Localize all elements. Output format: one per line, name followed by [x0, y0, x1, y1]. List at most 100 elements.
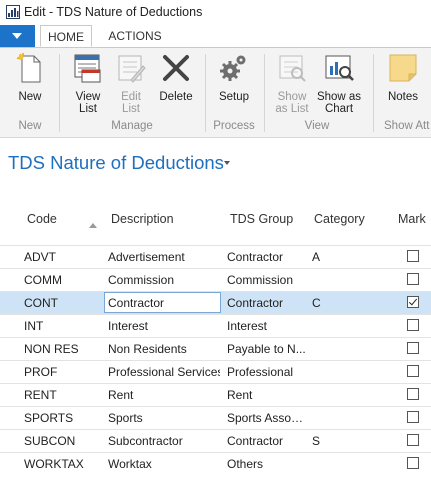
cell-tds-group: Payable to N...	[227, 342, 306, 356]
show-as-list-icon	[279, 55, 306, 82]
show-as-chart-label-line1: Show as	[316, 91, 362, 103]
delete-button[interactable]: Delete	[156, 52, 196, 103]
column-header-tds-group[interactable]: TDS Group	[230, 212, 293, 226]
cell-code: ADVT	[24, 250, 57, 264]
cell-code: SPORTS	[24, 411, 74, 425]
chart-bars-icon	[6, 5, 20, 19]
ribbon-separator	[205, 54, 206, 132]
new-document-icon	[16, 53, 41, 83]
cell-code: COMM	[24, 273, 62, 287]
new-label: New	[18, 91, 42, 103]
cell-description: Rent	[108, 388, 134, 402]
cell-tds-group: Contractor	[227, 434, 284, 448]
cell-category: A	[312, 250, 321, 264]
page-title-dropdown-icon[interactable]	[224, 161, 230, 165]
table-row[interactable]: NON RES Non Residents Payable to N...	[0, 337, 431, 360]
ribbon-separator	[373, 54, 374, 132]
cell-category: C	[312, 296, 321, 310]
table-row[interactable]: COMM Commission Commission	[0, 268, 431, 291]
dropdown-caret-icon	[12, 33, 22, 39]
cell-code: INT	[24, 319, 44, 333]
table-row[interactable]: RENT Rent Rent	[0, 383, 431, 406]
cell-description: Subcontractor	[108, 434, 183, 448]
cell-description: Non Residents	[108, 342, 187, 356]
cell-tds-group: Sports Assoc...	[227, 411, 307, 425]
column-header-code[interactable]: Code	[27, 212, 57, 226]
mark-checkbox[interactable]	[407, 457, 419, 469]
edit-list-button[interactable]: Edit List	[114, 52, 148, 115]
new-button[interactable]: New	[12, 52, 48, 103]
application-menu-button[interactable]	[0, 25, 35, 47]
show-as-list-button[interactable]: Show as List	[272, 52, 312, 115]
notes-label: Notes	[387, 91, 419, 103]
table-row[interactable]: ADVT Advertisement Contractor A	[0, 245, 431, 268]
setup-button[interactable]: Setup	[214, 52, 254, 103]
mark-checkbox[interactable]	[407, 250, 419, 262]
window-title: Edit - TDS Nature of Deductions	[24, 5, 203, 19]
cell-tds-group: Contractor	[227, 250, 284, 264]
tab-home[interactable]: HOME	[40, 25, 92, 47]
cell-description: Professional Services	[108, 365, 220, 379]
page-title[interactable]: TDS Nature of Deductions	[8, 152, 224, 174]
mark-checkbox[interactable]	[407, 342, 419, 354]
group-view-label: View	[304, 120, 330, 132]
cell-code: WORKTAX	[24, 457, 84, 471]
note-icon	[389, 54, 417, 82]
cell-tds-group: Interest	[227, 319, 268, 333]
cell-code: CONT	[24, 296, 58, 310]
notes-button[interactable]: Notes	[384, 52, 422, 103]
view-list-label-line1: View	[75, 91, 101, 103]
edit-list-label-line1: Edit	[121, 91, 141, 103]
show-as-list-label-line2: as List	[275, 103, 309, 115]
table-row[interactable]: SUBCON Subcontractor Contractor S	[0, 429, 431, 452]
show-as-chart-icon	[325, 55, 354, 81]
cell-tds-group: Professional	[227, 365, 294, 379]
ribbon-separator	[264, 54, 265, 132]
window-title-bar: Edit - TDS Nature of Deductions	[0, 0, 431, 25]
table-row-selected[interactable]: CONT Contractor Contractor C	[0, 291, 431, 314]
delete-x-icon	[163, 55, 189, 81]
cell-tds-group: Commission	[227, 273, 294, 287]
cell-description: Commission	[108, 273, 175, 287]
mark-checkbox[interactable]	[407, 296, 419, 308]
group-new-label: New	[18, 120, 42, 132]
setup-label: Setup	[218, 91, 250, 103]
cell-tds-group: Rent	[227, 388, 253, 402]
show-as-chart-label-line2: Chart	[324, 103, 354, 115]
grid-header: Code Description TDS Group Category Mark	[0, 200, 431, 240]
gears-icon	[220, 55, 246, 81]
ribbon: New New View List Edit List Delete Manag…	[0, 48, 431, 138]
ribbon-tab-strip: HOME ACTIONS	[0, 25, 431, 48]
table-row[interactable]: PROF Professional Services Professional	[0, 360, 431, 383]
mark-checkbox[interactable]	[407, 319, 419, 331]
table-row[interactable]: SPORTS Sports Sports Assoc...	[0, 406, 431, 429]
cell-code: SUBCON	[24, 434, 76, 448]
cell-code: NON RES	[24, 342, 79, 356]
cell-code: PROF	[24, 365, 58, 379]
show-as-chart-button[interactable]: Show as Chart	[316, 52, 362, 115]
mark-checkbox[interactable]	[407, 434, 419, 446]
cell-description: Worktax	[108, 457, 152, 471]
table-row[interactable]: WORKTAX Worktax Others	[0, 452, 431, 475]
cell-description[interactable]: Contractor	[108, 296, 220, 310]
tab-actions[interactable]: ACTIONS	[102, 25, 168, 47]
mark-checkbox[interactable]	[407, 388, 419, 400]
cell-tds-group: Others	[227, 457, 264, 471]
mark-checkbox[interactable]	[407, 411, 419, 423]
mark-checkbox[interactable]	[407, 273, 419, 285]
show-as-list-label-line1: Show	[277, 91, 307, 103]
cell-tds-group: Contractor	[227, 296, 284, 310]
table-row[interactable]: INT Interest Interest	[0, 314, 431, 337]
delete-label: Delete	[159, 91, 193, 103]
column-header-category[interactable]: Category	[314, 212, 365, 226]
column-header-description[interactable]: Description	[111, 212, 174, 226]
cell-description: Sports	[108, 411, 143, 425]
group-show-attached-label: Show Att	[384, 120, 430, 132]
column-header-mark[interactable]: Mark	[398, 212, 426, 226]
view-list-button[interactable]: View List	[70, 52, 106, 115]
sort-ascending-icon	[89, 223, 97, 228]
edit-list-label-line2: List	[122, 103, 140, 115]
mark-checkbox[interactable]	[407, 365, 419, 377]
ribbon-separator	[59, 54, 60, 132]
cell-description: Advertisement	[108, 250, 185, 264]
